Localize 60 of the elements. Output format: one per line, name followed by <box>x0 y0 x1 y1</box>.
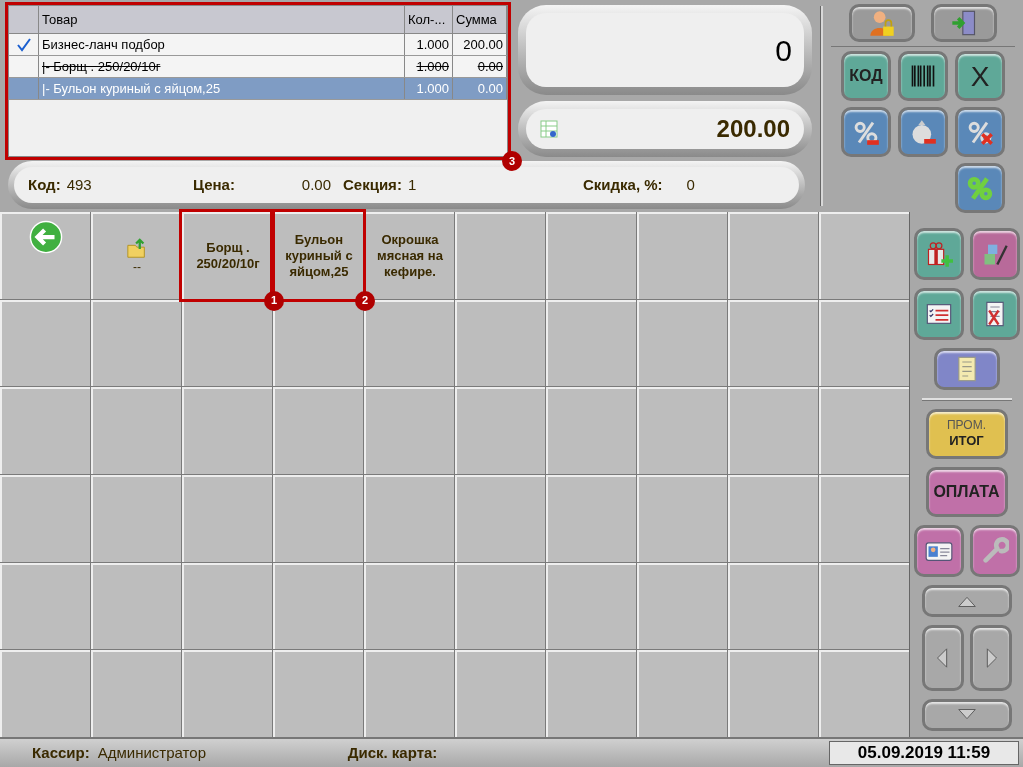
column-header[interactable]: Товар <box>39 6 405 33</box>
scroll-down-button[interactable] <box>921 699 1012 731</box>
date-time: 05.09.2019 11:59 <box>829 741 1019 765</box>
folder-up-icon <box>126 237 148 260</box>
field-value: 1 <box>407 174 417 195</box>
table-cell-text: Бизнес-ланч подбор <box>42 35 165 54</box>
discount-minus-button[interactable] <box>841 107 891 157</box>
field-value: 493 <box>66 174 92 195</box>
subtotal-button[interactable]: ПРОМ. ИТОГ <box>925 409 1008 459</box>
discount-cancel-button[interactable] <box>955 107 1005 157</box>
user-lock-icon <box>868 9 896 37</box>
document-button[interactable] <box>933 348 1000 390</box>
table-row[interactable]: |- Борщ . 250/20/10г 1.000 0.00 <box>9 56 507 78</box>
settings-button[interactable] <box>969 525 1020 577</box>
field-label: Цена: <box>193 174 235 195</box>
table-cell-text: |- Борщ . 250/20/10г <box>42 57 161 76</box>
amount-display: 0 <box>526 13 804 87</box>
tile-label: -- <box>133 259 141 275</box>
discount-button[interactable] <box>955 163 1005 213</box>
checklist-button[interactable] <box>913 288 964 340</box>
barcode-button[interactable] <box>898 51 948 101</box>
field-value: 0 <box>686 174 695 195</box>
scroll-right-button[interactable] <box>969 625 1012 691</box>
receipt-grid-icon <box>540 120 558 138</box>
field-label: Код: <box>28 174 61 195</box>
table-cell-text: 0.00 <box>477 57 503 76</box>
scroll-left-button[interactable] <box>921 625 964 691</box>
cashier-label: Кассир: <box>32 742 90 763</box>
gift-add-button[interactable] <box>913 228 964 280</box>
delete-list-button[interactable] <box>969 288 1020 340</box>
table-cell-text: 1.000 <box>416 35 449 54</box>
percent-icon <box>966 174 994 202</box>
cancel-button[interactable]: X <box>955 51 1005 101</box>
discount-card-label: Диск. карта: <box>347 742 438 763</box>
code-button[interactable]: КОД <box>841 51 891 101</box>
table-cell-text: 0.00 <box>477 79 503 98</box>
table-cell-text: 1.000 <box>416 57 449 76</box>
money-minus-button[interactable] <box>898 107 948 157</box>
table-cell-text: 1.000 <box>416 79 449 98</box>
exit-button[interactable] <box>931 4 997 42</box>
folder-up-tile[interactable]: -- <box>91 212 181 299</box>
exit-door-icon <box>950 9 978 37</box>
back-button[interactable] <box>0 212 90 299</box>
field-label: Скидка, %: <box>583 174 663 195</box>
column-header[interactable]: Кол-... <box>405 6 453 33</box>
wrench-icon <box>980 537 1009 565</box>
product-tile[interactable]: Борщ . 250/20/10г <box>182 212 272 299</box>
table-row[interactable]: Бизнес-ланч подбор 1.000 200.00 <box>9 34 507 56</box>
card-button[interactable] <box>913 525 964 577</box>
field-value: 0.00 <box>301 174 331 195</box>
scroll-up-button[interactable] <box>921 585 1012 617</box>
cashier-name: Администратор <box>97 742 207 763</box>
edit-button[interactable] <box>969 228 1020 280</box>
payment-button[interactable]: ОПЛАТА <box>925 467 1008 517</box>
table-cell-text: |- Бульон куриный с яйцом,25 <box>42 79 221 98</box>
column-header[interactable]: Сумма <box>453 6 507 33</box>
user-lock-button[interactable] <box>849 4 915 42</box>
table-cell-text: 200.00 <box>463 35 503 54</box>
total-amount: 200.00 <box>716 114 790 144</box>
field-label: Секция: <box>343 174 402 195</box>
